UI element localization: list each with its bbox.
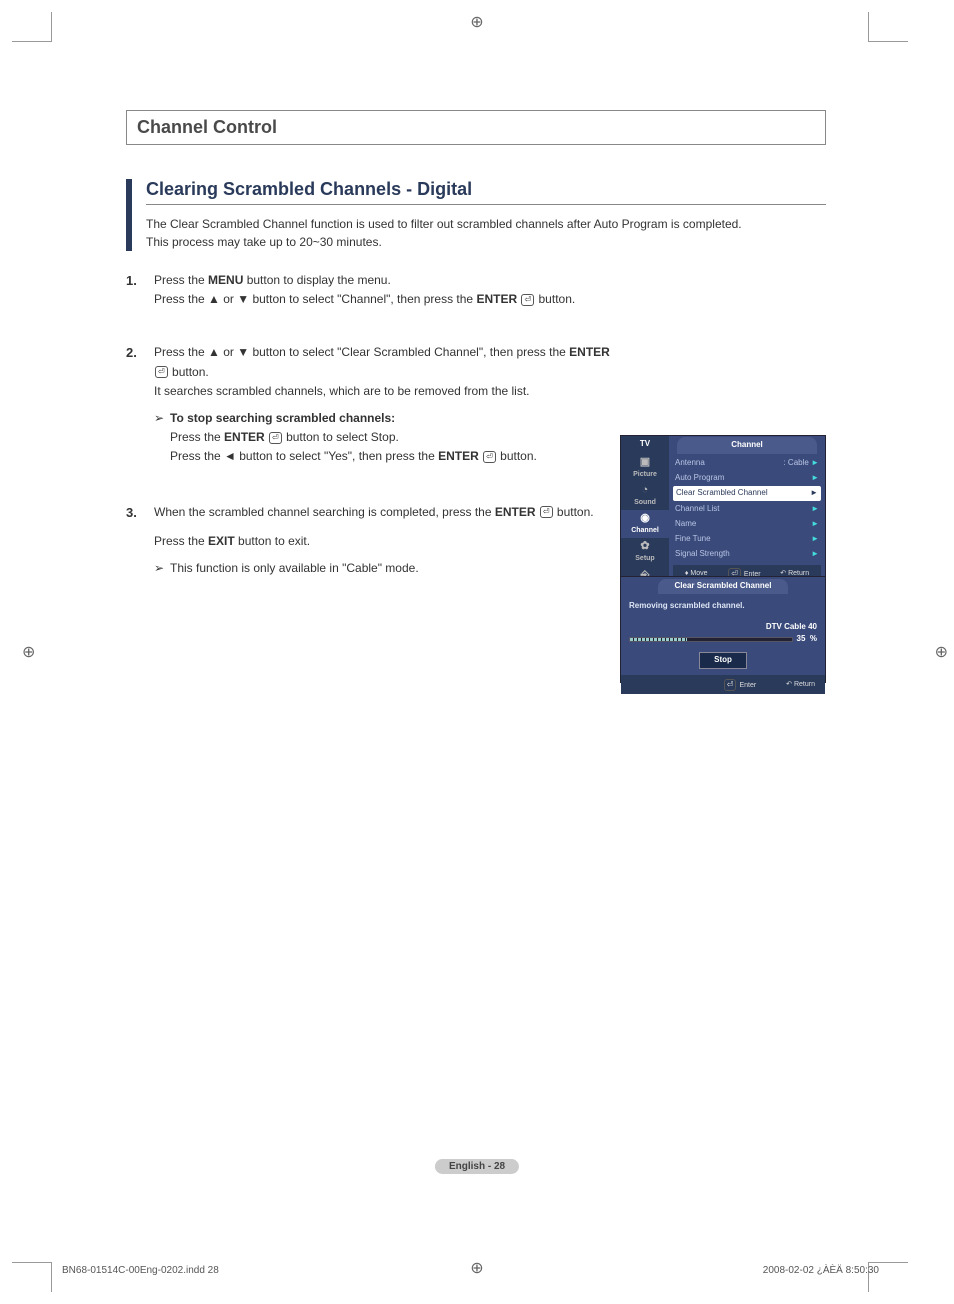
- text: button to exit.: [235, 534, 310, 548]
- arrow-icon: ►: [811, 472, 819, 485]
- text: button.: [554, 505, 594, 519]
- subsection: Clearing Scrambled Channels - Digital Th…: [126, 179, 826, 251]
- text: button.: [497, 449, 537, 463]
- footer-return: ↶ Return: [786, 679, 815, 691]
- enter-icon: ⏎: [155, 366, 168, 378]
- subsection-desc: The Clear Scrambled Channel function is …: [146, 215, 826, 251]
- enter-label: ENTER: [224, 430, 265, 444]
- menu-clear-scrambled[interactable]: Clear Scrambled Channel►: [673, 486, 821, 501]
- footer-timestamp: 2008-02-02 ¿ÀÈÄ 8:50:30: [763, 1265, 879, 1276]
- crop-mark: [12, 12, 52, 42]
- progress-fill: [630, 638, 687, 641]
- footer-enter: ⏎ Enter: [723, 679, 756, 691]
- osd2-message: Removing scrambled channel.: [629, 600, 817, 613]
- menu-auto-program[interactable]: Auto Program►: [673, 471, 821, 486]
- footer-file: BN68-01514C-00Eng-0202.indd 28: [62, 1265, 219, 1276]
- note-icon: ➢: [154, 409, 170, 467]
- text: Press the ◄ button to select "Yes", then…: [170, 449, 438, 463]
- step-body: Press the MENU button to display the men…: [154, 271, 610, 309]
- note-text: This function is only available in "Cabl…: [170, 559, 610, 578]
- registration-icon: ⊕: [470, 12, 483, 32]
- registration-icon: ⊕: [935, 642, 948, 662]
- text: Press the ▲ or ▼ button to select "Clear…: [154, 345, 569, 359]
- section-title: Channel Control: [137, 117, 277, 137]
- step-number: 1.: [126, 271, 154, 309]
- text: Press the: [170, 430, 224, 444]
- text: When the scrambled channel searching is …: [154, 505, 495, 519]
- exit-label: EXIT: [208, 534, 235, 548]
- crop-mark: [868, 12, 908, 42]
- stop-button[interactable]: Stop: [699, 652, 747, 669]
- subsection-title: Clearing Scrambled Channels - Digital: [146, 179, 826, 205]
- enter-label: ENTER: [438, 449, 479, 463]
- step-3: 3. When the scrambled channel searching …: [126, 503, 826, 581]
- osd-clear-scrambled: Clear Scrambled Channel Removing scrambl…: [620, 576, 826, 683]
- menu-label: MENU: [208, 273, 243, 287]
- osd2-title: Clear Scrambled Channel: [658, 579, 788, 594]
- text: Press the: [154, 273, 208, 287]
- page-badge: English - 28: [435, 1159, 519, 1174]
- section-title-box: Channel Control: [126, 110, 826, 145]
- arrow-icon: ►: [810, 487, 818, 500]
- enter-icon: ⏎: [521, 294, 534, 306]
- step-number: 2.: [126, 343, 154, 468]
- step-2: 2. Press the ▲ or ▼ button to select "Cl…: [126, 343, 826, 468]
- text: button to display the menu.: [243, 273, 390, 287]
- osd2-footer: ⏎ Enter ↶ Return: [621, 675, 825, 694]
- desc-line: This process may take up to 20~30 minute…: [146, 233, 826, 251]
- text: Press the ▲ or ▼ button to select "Chann…: [154, 292, 476, 306]
- progress-bar: [629, 637, 793, 642]
- step-1: 1. Press the MENU button to display the …: [126, 271, 826, 309]
- text: button to select Stop.: [283, 430, 399, 444]
- step-body: When the scrambled channel searching is …: [154, 503, 610, 581]
- enter-icon: ⏎: [269, 432, 282, 444]
- enter-label: ENTER: [569, 345, 610, 359]
- sound-icon: ◔: [621, 485, 669, 496]
- text: button.: [169, 365, 209, 379]
- osd2-channel: DTV Cable 40: [629, 621, 817, 634]
- note-title: To stop searching scrambled channels:: [170, 409, 610, 428]
- crop-mark: [12, 1262, 52, 1292]
- registration-icon: ⊕: [22, 642, 35, 662]
- progress-percent: 35 %: [797, 633, 817, 646]
- enter-label: ENTER: [495, 505, 536, 519]
- enter-label: ENTER: [476, 292, 517, 306]
- step-body: Press the ▲ or ▼ button to select "Clear…: [154, 343, 610, 468]
- step-number: 3.: [126, 503, 154, 581]
- enter-icon: ⏎: [483, 451, 496, 463]
- text: It searches scrambled channels, which ar…: [154, 382, 610, 401]
- registration-icon: ⊕: [470, 1258, 483, 1278]
- desc-line: The Clear Scrambled Channel function is …: [146, 215, 826, 233]
- enter-icon: ⏎: [540, 506, 553, 518]
- text: button.: [535, 292, 575, 306]
- note-icon: ➢: [154, 559, 170, 578]
- text: Press the: [154, 534, 208, 548]
